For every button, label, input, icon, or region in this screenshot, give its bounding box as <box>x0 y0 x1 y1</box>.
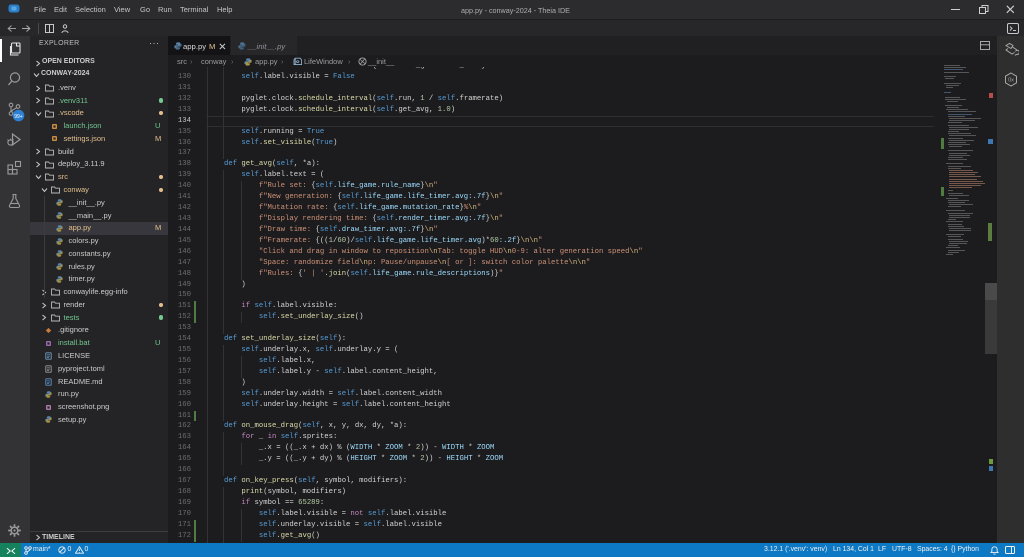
svg-text:0x: 0x <box>1008 78 1014 84</box>
svg-text:99+: 99+ <box>14 114 23 120</box>
